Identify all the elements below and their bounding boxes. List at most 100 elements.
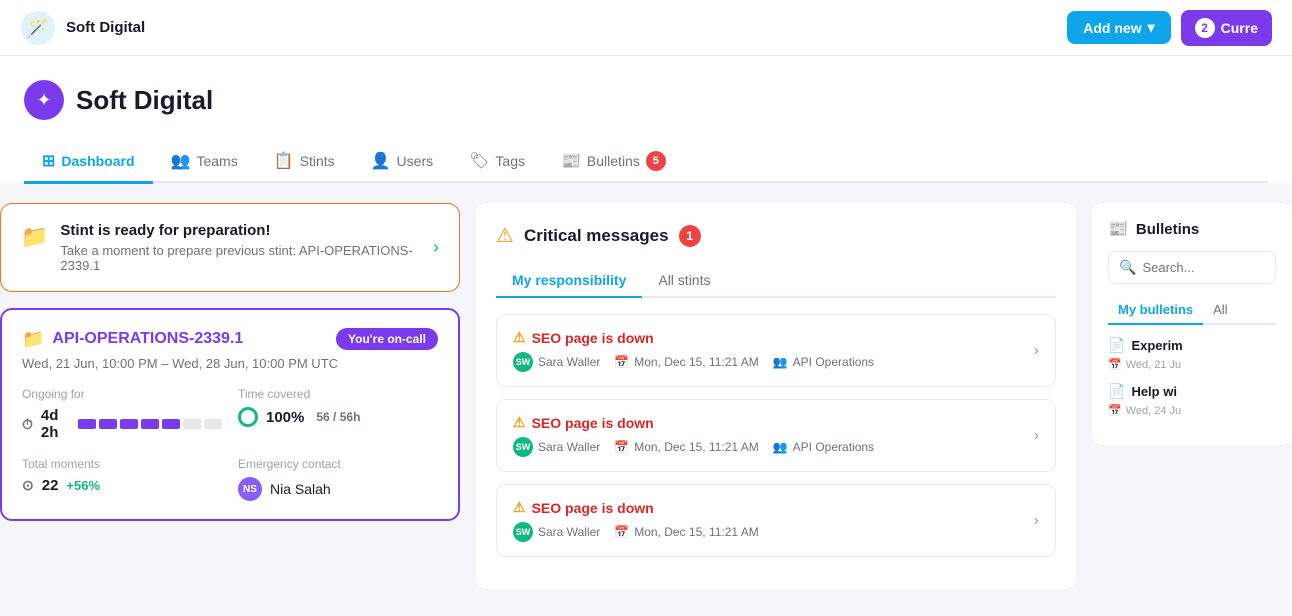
- message-left-3: ⚠ SEO page is down SW Sara Waller 📅 Mo: [513, 499, 759, 542]
- tab-dashboard-label: Dashboard: [61, 153, 134, 169]
- total-moments-label: Total moments: [22, 457, 222, 471]
- prep-subtitle: Take a moment to prepare previous stint:…: [60, 243, 433, 273]
- bulletins-header: 📰 Bulletins: [1108, 219, 1276, 239]
- search-input[interactable]: [1142, 260, 1265, 275]
- message-left-1: ⚠ SEO page is down SW Sara Waller 📅 Mo: [513, 329, 874, 372]
- contact-name: Nia Salah: [270, 481, 331, 497]
- time-covered-stat: Time covered 100% 56 / 56h: [238, 387, 438, 441]
- time-covered-label: Time covered: [238, 387, 438, 401]
- tags-icon: 🏷: [469, 151, 489, 171]
- current-button[interactable]: 2 Curre: [1181, 10, 1272, 46]
- meta-date-1: 📅 Mon, Dec 15, 11:21 AM: [614, 355, 758, 369]
- critical-title: Critical messages: [524, 226, 669, 246]
- page-header: ✦ Soft Digital: [24, 80, 1268, 120]
- moments-change: +56%: [66, 478, 100, 493]
- bulletin-title-2: 📄 Help wi: [1108, 383, 1276, 400]
- bulletin-title-1: 📄 Experim: [1108, 337, 1276, 354]
- emergency-contact: NS Nia Salah: [238, 477, 438, 501]
- message-title-2: ⚠ SEO page is down: [513, 414, 874, 431]
- tab-tags-label: Tags: [495, 153, 525, 169]
- center-column: ⚠ Critical messages 1 My responsibility …: [476, 203, 1076, 589]
- meta-author-2: SW Sara Waller: [513, 437, 600, 457]
- critical-header: ⚠ Critical messages 1: [496, 223, 1056, 248]
- users-icon: 👤: [371, 151, 391, 171]
- message-meta-3: SW Sara Waller 📅 Mon, Dec 15, 11:21 AM: [513, 522, 759, 542]
- prep-text: Stint is ready for preparation! Take a m…: [60, 222, 433, 273]
- ongoing-stat: Ongoing for ⏱ 4d 2h: [22, 387, 222, 441]
- meta-date-2: 📅 Mon, Dec 15, 11:21 AM: [614, 440, 758, 454]
- chevron-down-icon: ▾: [1148, 19, 1155, 36]
- time-covered-pct: 100%: [266, 409, 304, 426]
- bulletin-item-2[interactable]: 📄 Help wi 📅 Wed, 24 Ju: [1108, 383, 1276, 417]
- message-arrow-2: ›: [1034, 427, 1039, 445]
- tab-teams[interactable]: 👥 Teams: [153, 141, 256, 184]
- current-label: Curre: [1221, 20, 1258, 36]
- moments-icon: ⊙: [22, 477, 34, 494]
- bulletins-tab-my[interactable]: My bulletins: [1108, 296, 1203, 325]
- critical-messages-card: ⚠ Critical messages 1 My responsibility …: [476, 203, 1076, 589]
- bulletin-cal-icon-2: 📅: [1108, 404, 1122, 417]
- bulletins-tab-all[interactable]: All: [1203, 296, 1237, 325]
- meta-team-2: 👥 API Operations: [773, 440, 874, 454]
- message-item-3[interactable]: ⚠ SEO page is down SW Sara Waller 📅 Mo: [496, 484, 1056, 557]
- message-team-2: API Operations: [793, 440, 874, 454]
- tab-users[interactable]: 👤 Users: [353, 141, 451, 184]
- main-content: 📁 Stint is ready for preparation! Take a…: [0, 183, 1292, 609]
- progress-seg-5: [162, 419, 180, 429]
- author-name-1: Sara Waller: [538, 355, 600, 369]
- all-bulletins-label: All: [1213, 302, 1227, 317]
- bulletins-sub-tabs: My bulletins All: [1108, 296, 1276, 325]
- author-avatar-2: SW: [513, 437, 533, 457]
- author-avatar-3: SW: [513, 522, 533, 542]
- prep-card-content: 📁 Stint is ready for preparation! Take a…: [21, 222, 433, 273]
- tab-bulletins[interactable]: 📰 Bulletins 5: [543, 141, 684, 184]
- sub-tab-my-responsibility[interactable]: My responsibility: [496, 264, 642, 298]
- msg-warn-icon-3: ⚠: [513, 499, 526, 516]
- bulletins-card: 📰 Bulletins 🔍 My bulletins All �: [1092, 203, 1292, 445]
- bulletin-cal-icon-1: 📅: [1108, 358, 1122, 371]
- author-avatar-1: SW: [513, 352, 533, 372]
- nav-tabs: ⊞ Dashboard 👥 Teams 📋 Stints 👤 Users 🏷 T…: [24, 140, 1268, 183]
- page-content: ✦ Soft Digital ⊞ Dashboard 👥 Teams 📋 Sti…: [0, 56, 1292, 183]
- tab-tags[interactable]: 🏷 Tags: [451, 141, 543, 184]
- stint-title: 📁 API-OPERATIONS-2339.1: [22, 329, 243, 350]
- contact-initials: NS: [243, 484, 257, 495]
- left-column: 📁 Stint is ready for preparation! Take a…: [0, 203, 460, 589]
- calendar-icon-3: 📅: [614, 525, 629, 539]
- time-covered-detail: 56 / 56h: [316, 410, 360, 424]
- tab-stints[interactable]: 📋 Stints: [256, 141, 353, 184]
- add-new-label: Add new: [1083, 20, 1141, 36]
- stint-card: 📁 API-OPERATIONS-2339.1 You're on-call W…: [0, 308, 460, 521]
- progress-seg-7: [204, 419, 222, 429]
- message-meta-2: SW Sara Waller 📅 Mon, Dec 15, 11:21 AM 👥…: [513, 437, 874, 457]
- stint-dates: Wed, 21 Jun, 10:00 PM – Wed, 28 Jun, 10:…: [22, 356, 438, 371]
- my-responsibility-label: My responsibility: [512, 272, 626, 288]
- message-item-1[interactable]: ⚠ SEO page is down SW Sara Waller 📅 Mo: [496, 314, 1056, 387]
- time-covered-value: 100% 56 / 56h: [238, 407, 438, 427]
- emergency-label: Emergency contact: [238, 457, 438, 471]
- total-moments-stat: Total moments ⊙ 22 +56%: [22, 457, 222, 501]
- message-title-3: ⚠ SEO page is down: [513, 499, 759, 516]
- message-date-3: Mon, Dec 15, 11:21 AM: [634, 525, 759, 539]
- bulletin-item-1[interactable]: 📄 Experim 📅 Wed, 21 Ju: [1108, 337, 1276, 371]
- tab-users-label: Users: [397, 153, 434, 169]
- prep-title: Stint is ready for preparation!: [60, 222, 433, 239]
- add-new-button[interactable]: Add new ▾: [1067, 11, 1170, 44]
- bulletins-search-box[interactable]: 🔍: [1108, 251, 1276, 284]
- sub-tab-all-stints[interactable]: All stints: [642, 264, 726, 298]
- preparation-card[interactable]: 📁 Stint is ready for preparation! Take a…: [0, 203, 460, 292]
- message-item-2[interactable]: ⚠ SEO page is down SW Sara Waller 📅 Mo: [496, 399, 1056, 472]
- meta-author-3: SW Sara Waller: [513, 522, 600, 542]
- progress-bar: [78, 419, 222, 429]
- stints-icon: 📋: [274, 151, 294, 171]
- current-badge: 2: [1195, 18, 1215, 38]
- tab-dashboard[interactable]: ⊞ Dashboard: [24, 141, 153, 184]
- message-title-1: ⚠ SEO page is down: [513, 329, 874, 346]
- progress-seg-4: [141, 419, 159, 429]
- msg-warn-icon-1: ⚠: [513, 329, 526, 346]
- app-brand-name: Soft Digital: [66, 19, 145, 36]
- contact-avatar: NS: [238, 477, 262, 501]
- topbar-left: 🪄 Soft Digital: [20, 10, 145, 46]
- folder-icon: 📁: [21, 224, 48, 250]
- stint-folder-icon: 📁: [22, 329, 44, 350]
